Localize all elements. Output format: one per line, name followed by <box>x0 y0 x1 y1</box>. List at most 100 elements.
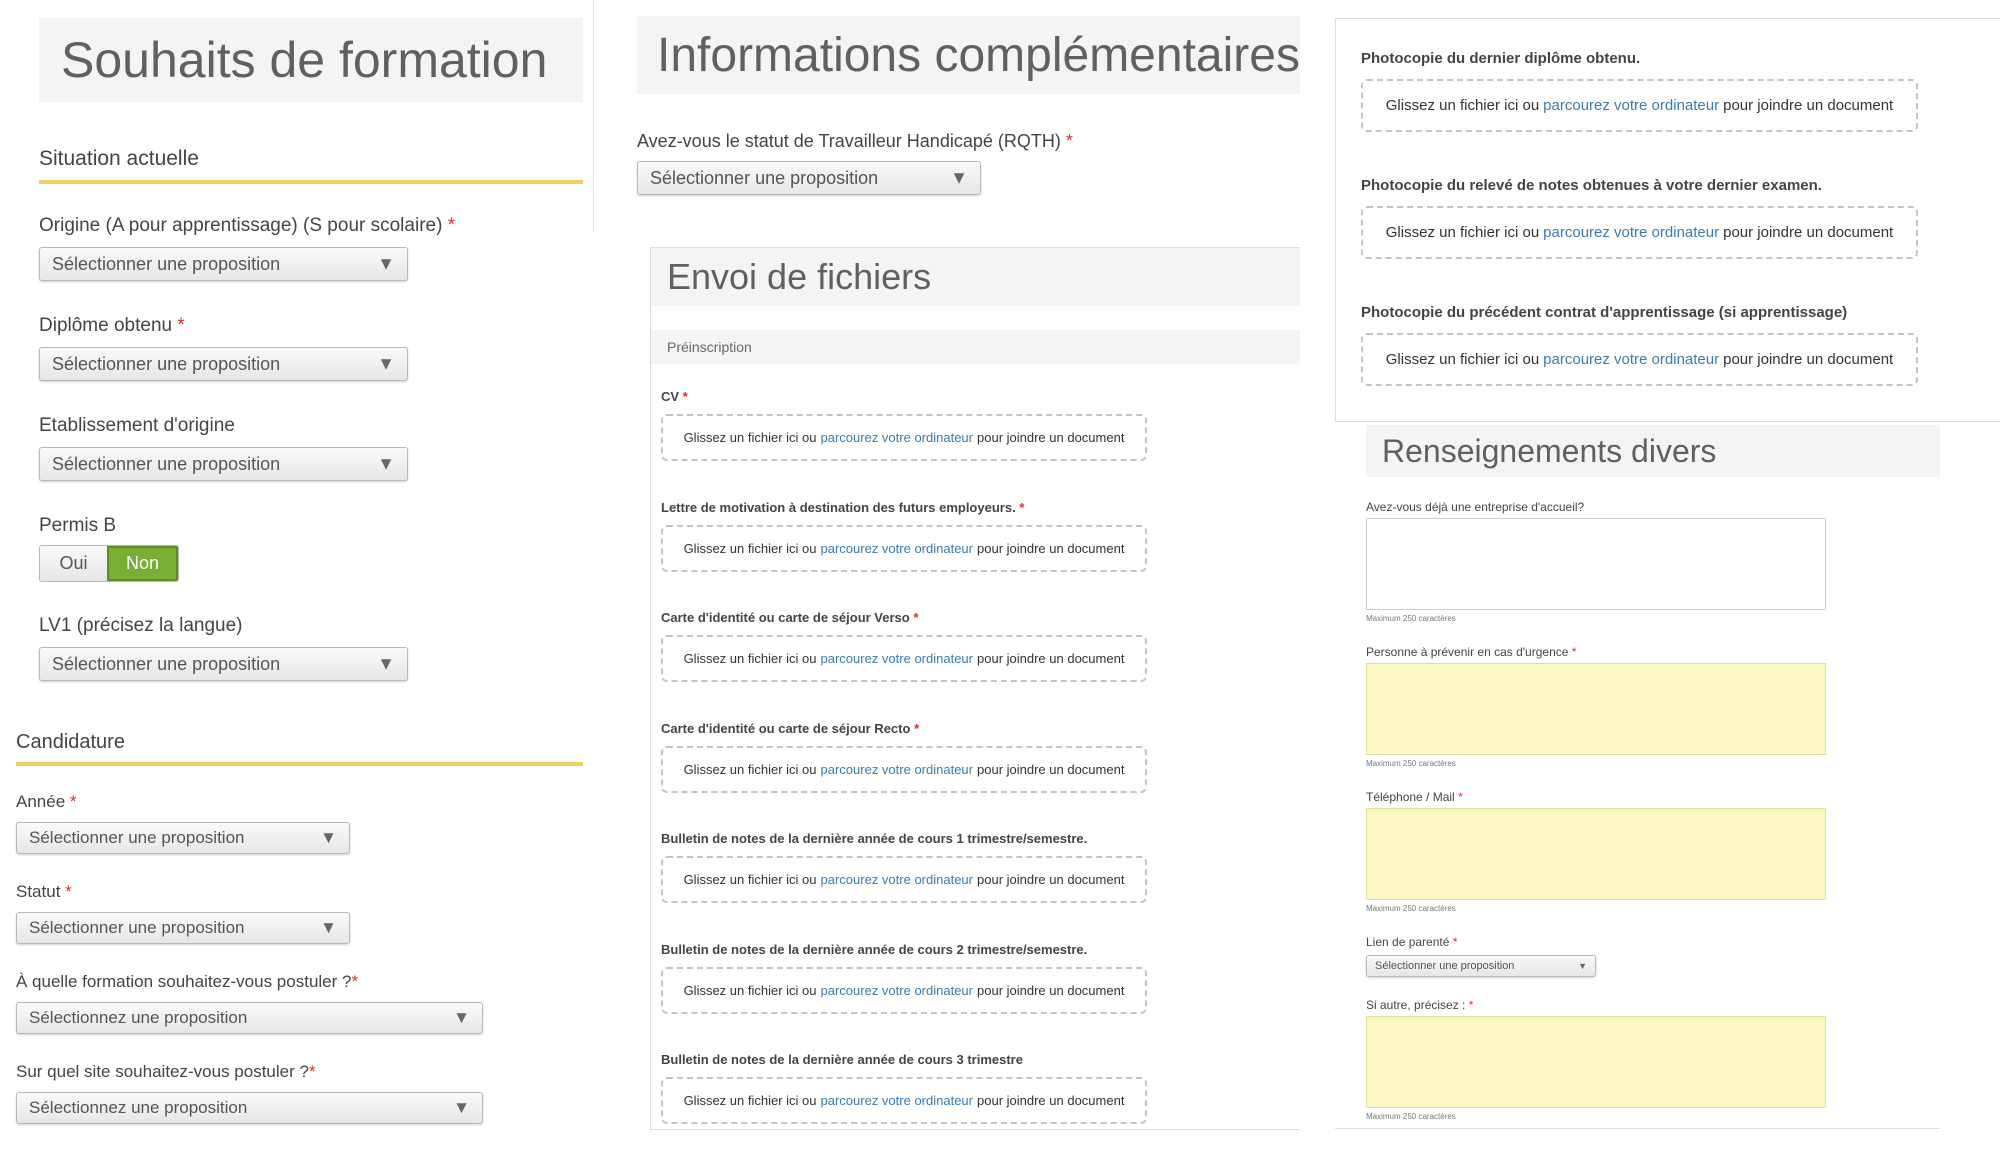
right-file-dropzone[interactable]: Glissez un fichier ici ou parcourez votre… <box>1361 206 1918 259</box>
lv1-select-value: Sélectionner une proposition <box>52 653 281 674</box>
middle-file-dropzone[interactable]: Glissez un fichier ici ou parcourez votre… <box>661 414 1147 461</box>
middle-file-dropzone[interactable]: Glissez un fichier ici ou parcourez votre… <box>661 966 1147 1014</box>
dropzone-text-before: Glissez un fichier ici ou <box>683 540 817 556</box>
parente-select-value: Sélectionner une proposition <box>1375 960 1515 972</box>
dropzone-text-before: Glissez un fichier ici ou <box>1385 351 1540 368</box>
chevron-down-icon: ▼ <box>950 167 968 188</box>
situation-heading: Situation actuelle <box>39 147 199 170</box>
browse-computer-link[interactable]: parcourez votre ordinateur <box>1543 351 1719 368</box>
renseignements-banner: Renseignements divers <box>1366 425 1940 477</box>
dropzone-text-after: pour joindre un document <box>977 761 1125 777</box>
dropzone-text-after: pour joindre un document <box>977 1093 1125 1108</box>
browse-computer-link[interactable]: parcourez votre ordinateur <box>1543 224 1719 241</box>
file-label: Bulletin de notes de la dernière année d… <box>661 941 1088 957</box>
etablissement-select-value: Sélectionner une proposition <box>52 453 281 474</box>
statut-select[interactable]: Sélectionner une proposition ▼ <box>16 912 350 944</box>
permis-toggle[interactable]: Oui Non <box>39 545 179 582</box>
file-label: Carte d'identité ou carte de séjour Rect… <box>661 720 920 736</box>
autre-hint: Maximum 250 caractères <box>1366 1112 1456 1121</box>
origine-label: Origine (A pour apprentissage) (S pour s… <box>39 215 456 236</box>
file-label: Bulletin de notes de la dernière année d… <box>661 831 1088 846</box>
annee-label: Année * <box>16 792 77 811</box>
dropzone-text-before: Glissez un fichier ici ou <box>683 761 817 777</box>
browse-computer-link[interactable]: parcourez votre ordinateur <box>821 541 973 556</box>
rqth-select-value: Sélectionner une proposition <box>650 167 879 188</box>
browse-computer-link[interactable]: parcourez votre ordinateur <box>821 762 973 777</box>
parente-label: Lien de parenté * <box>1366 935 1458 949</box>
permis-oui-option[interactable]: Oui <box>40 546 107 581</box>
browse-computer-link[interactable]: parcourez votre ordinateur <box>821 1093 973 1108</box>
formation-label: À quelle formation souhaitez-vous postul… <box>16 972 359 991</box>
chevron-down-icon: ▼ <box>377 653 395 674</box>
etablissement-select[interactable]: Sélectionner une proposition ▼ <box>39 447 408 481</box>
browse-computer-link[interactable]: parcourez votre ordinateur <box>821 651 973 666</box>
dropzone-text-before: Glissez un fichier ici ou <box>683 651 817 666</box>
souhaits-banner: Souhaits de formation <box>39 18 583 102</box>
diplome-select[interactable]: Sélectionner une proposition ▼ <box>39 347 408 381</box>
middle-file-dropzone[interactable]: Glissez un fichier ici ou parcourez votre… <box>661 856 1147 903</box>
right-file-dropzone[interactable]: Glissez un fichier ici ou parcourez votre… <box>1361 333 1918 386</box>
permis-label: Permis B <box>39 515 117 536</box>
file-label: Lettre de motivation à destination des f… <box>661 499 1025 515</box>
dropzone-text-after: pour joindre un document <box>977 651 1125 666</box>
urgence-hint: Maximum 250 caractères <box>1366 759 1456 768</box>
formation-select-value: Sélectionnez une proposition <box>29 1008 248 1027</box>
annee-select[interactable]: Sélectionner une proposition ▼ <box>16 822 350 854</box>
origine-select[interactable]: Sélectionner une proposition ▼ <box>39 247 408 281</box>
dropzone-text-before: Glissez un fichier ici ou <box>683 982 817 998</box>
origine-select-value: Sélectionner une proposition <box>52 253 281 274</box>
urgence-label: Personne à prévenir en cas d'urgence * <box>1366 645 1577 659</box>
chevron-down-icon: ▼ <box>453 1008 470 1027</box>
chevron-down-icon: ▼ <box>1578 961 1587 971</box>
parente-select[interactable]: Sélectionner une proposition ▼ <box>1366 955 1596 977</box>
chevron-down-icon: ▼ <box>320 828 337 847</box>
rqth-select[interactable]: Sélectionner une proposition ▼ <box>637 161 981 195</box>
autre-label: Si autre, précisez : * <box>1366 998 1474 1012</box>
telephone-textarea[interactable] <box>1366 808 1826 900</box>
etablissement-label: Etablissement d'origine <box>39 415 235 436</box>
chevron-down-icon: ▼ <box>377 353 395 374</box>
right-file-label: Photocopie du dernier diplôme obtenu. <box>1361 50 1641 67</box>
permis-non-option[interactable]: Non <box>107 546 178 581</box>
chevron-down-icon: ▼ <box>377 253 395 274</box>
lv1-select[interactable]: Sélectionner une proposition ▼ <box>39 647 408 681</box>
urgence-textarea[interactable] <box>1366 663 1826 755</box>
middle-file-dropzone[interactable]: Glissez un fichier ici ou parcourez votre… <box>661 745 1147 793</box>
browse-computer-link[interactable]: parcourez votre ordinateur <box>821 872 973 887</box>
autre-textarea[interactable] <box>1366 1016 1826 1108</box>
chevron-down-icon: ▼ <box>453 1098 470 1117</box>
browse-computer-link[interactable]: parcourez votre ordinateur <box>821 430 973 445</box>
file-label: CV * <box>661 389 688 404</box>
chevron-down-icon: ▼ <box>377 453 395 474</box>
telephone-label: Téléphone / Mail * <box>1366 790 1463 804</box>
site-select-value: Sélectionnez une proposition <box>29 1098 248 1117</box>
preinscription-label: Préinscription <box>667 339 752 355</box>
dropzone-text-before: Glissez un fichier ici ou <box>683 872 817 887</box>
renseignements-title: Renseignements divers <box>1382 432 1717 469</box>
formation-select[interactable]: Sélectionnez une proposition ▼ <box>16 1002 483 1034</box>
browse-computer-link[interactable]: parcourez votre ordinateur <box>1543 97 1719 114</box>
browse-computer-link[interactable]: parcourez votre ordinateur <box>821 983 973 998</box>
file-label: Bulletin de notes de la dernière année d… <box>661 1052 1023 1067</box>
site-label: Sur quel site souhaitez-vous postuler ?* <box>16 1062 316 1081</box>
middle-file-dropzone[interactable]: Glissez un fichier ici ou parcourez votre… <box>661 635 1147 682</box>
annee-select-value: Sélectionner une proposition <box>29 828 245 847</box>
entreprise-textarea[interactable] <box>1366 518 1826 610</box>
right-files-bottom-border <box>1335 421 2000 422</box>
right-file-dropzone[interactable]: Glissez un fichier ici ou parcourez votre… <box>1361 79 1918 132</box>
diplome-select-value: Sélectionner une proposition <box>52 353 281 374</box>
candidature-underline <box>16 762 583 766</box>
infos-title: Informations complémentaires <box>657 28 1300 82</box>
dropzone-text-before: Glissez un fichier ici ou <box>1385 224 1540 241</box>
site-select[interactable]: Sélectionnez une proposition ▼ <box>16 1092 483 1124</box>
diplome-label: Diplôme obtenu * <box>39 315 185 336</box>
right-left-border <box>1335 18 1336 422</box>
right-top-border <box>1335 18 2000 19</box>
preinscription-bar: Préinscription <box>651 330 1300 364</box>
lv1-label: LV1 (précisez la langue) <box>39 615 243 636</box>
dropzone-text-after: pour joindre un document <box>1723 97 1894 114</box>
middle-file-dropzone[interactable]: Glissez un fichier ici ou parcourez votre… <box>661 524 1147 572</box>
right-file-label: Photocopie du précédent contrat d'appren… <box>1361 304 1848 321</box>
middle-file-dropzone[interactable]: Glissez un fichier ici ou parcourez votre… <box>661 1077 1147 1124</box>
envoi-left-border <box>650 247 651 1130</box>
